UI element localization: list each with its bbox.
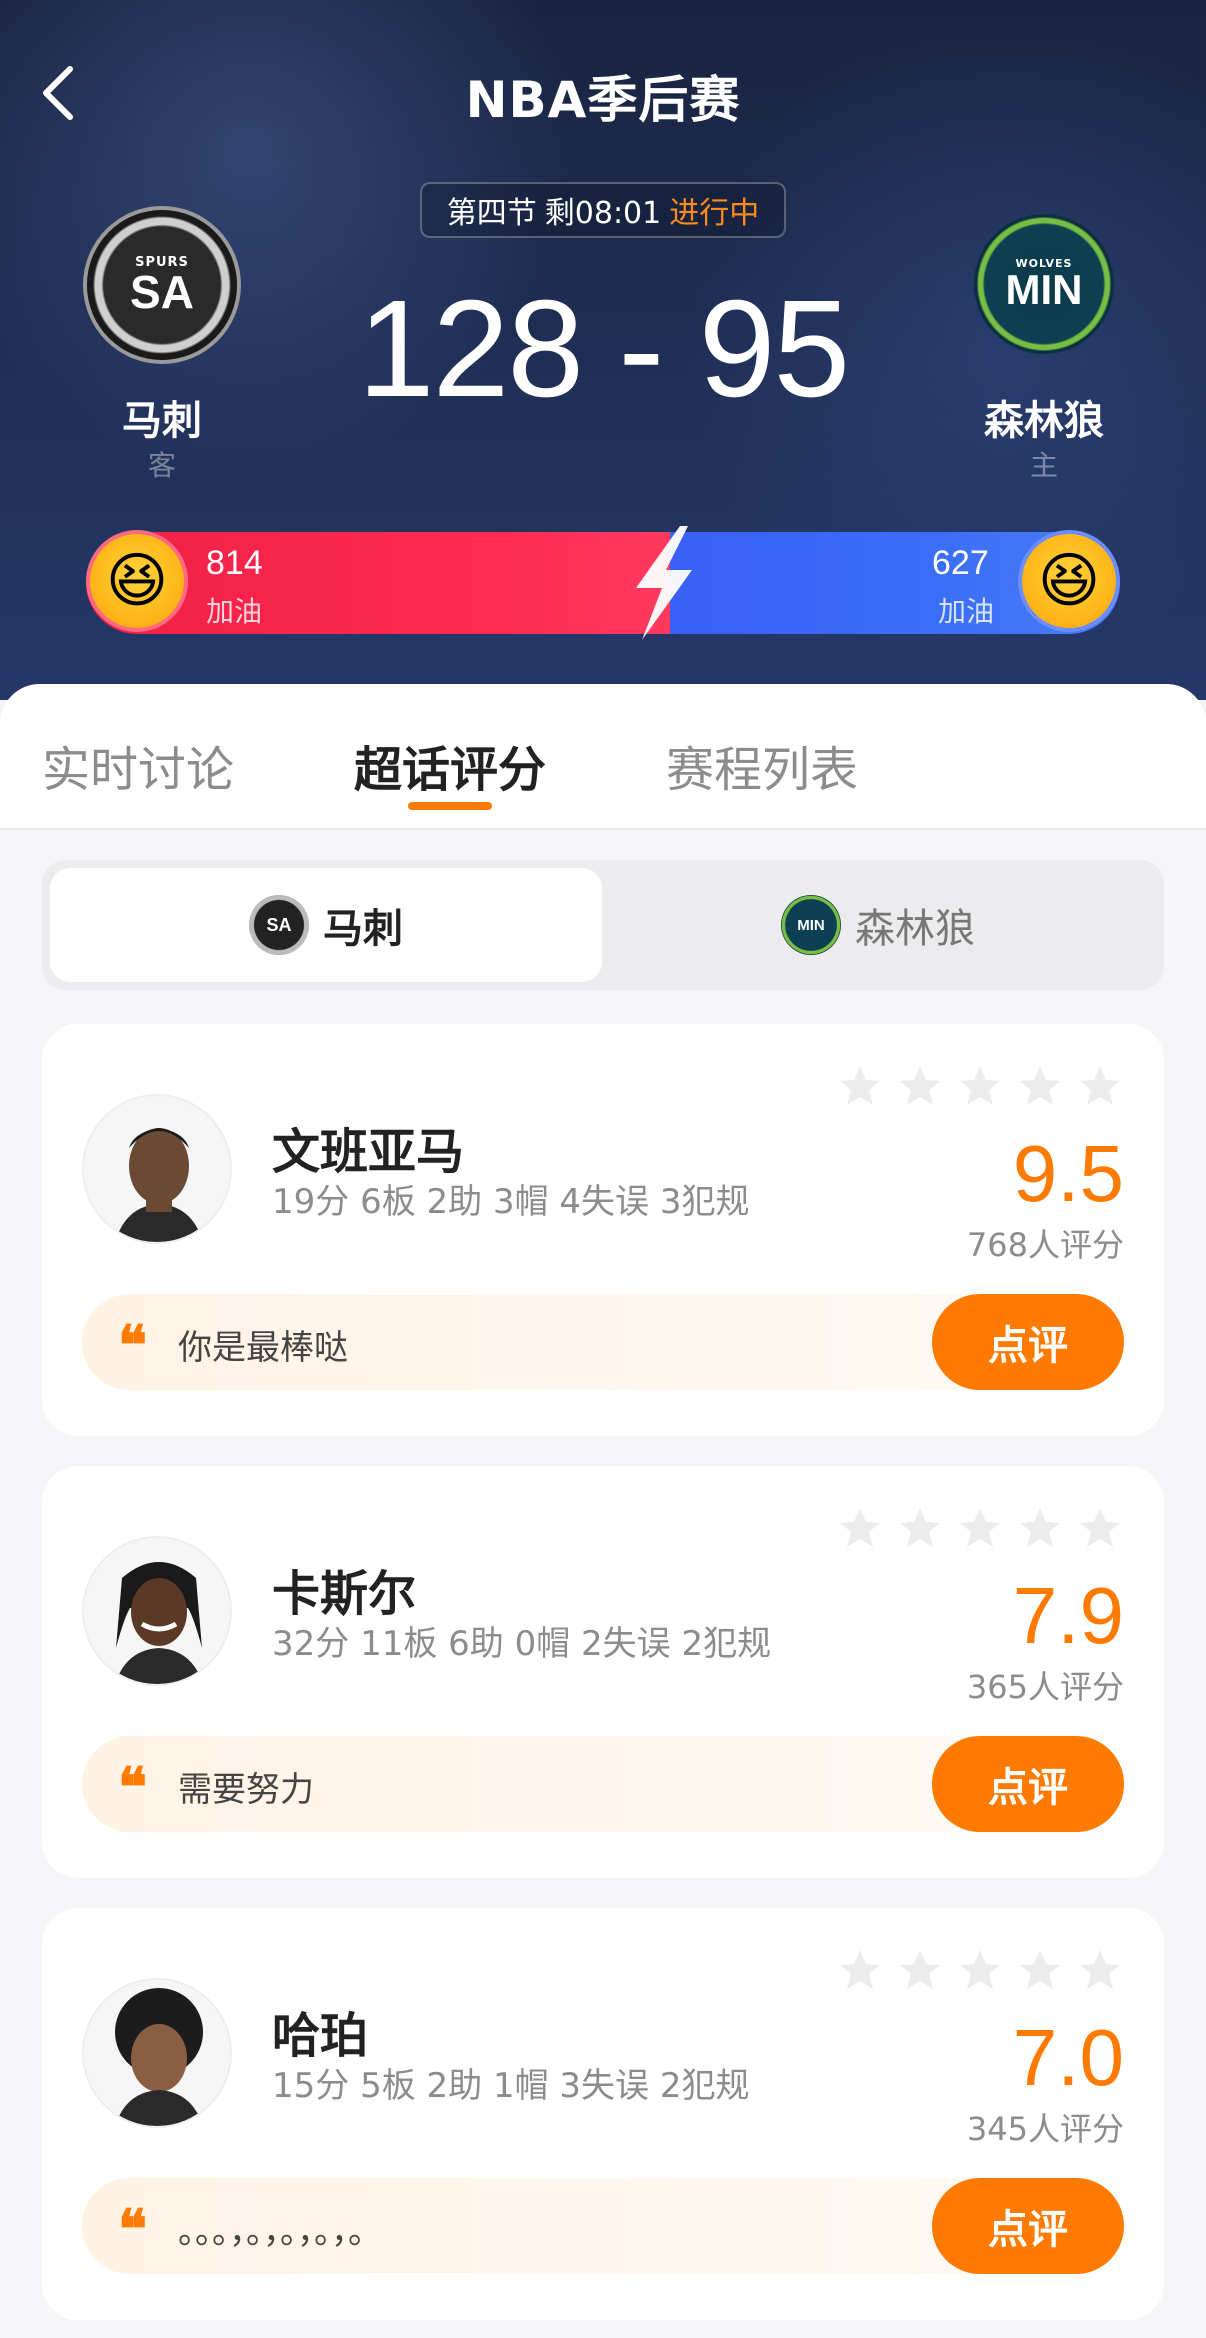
player-name: 文班亚马 — [272, 1124, 465, 1180]
star-icon[interactable] — [956, 1062, 1004, 1110]
player-rating: 9.5 — [1012, 1129, 1124, 1218]
review-button[interactable]: 点评 — [932, 2178, 1124, 2274]
review-button[interactable]: 点评 — [932, 1736, 1124, 1832]
game-period: 第四节 — [446, 196, 537, 231]
rating-stars[interactable] — [836, 1062, 1124, 1110]
star-icon[interactable] — [1016, 1062, 1064, 1110]
rating-stars[interactable] — [836, 1946, 1124, 1994]
player-rating: 7.9 — [1012, 1571, 1124, 1660]
team-switch-away[interactable]: SA 马刺 — [50, 868, 602, 982]
home-logo-big-text: MIN — [1005, 265, 1083, 313]
home-cheer-label: 加油 — [938, 595, 995, 628]
game-time-left: 剩08:01 — [544, 196, 662, 231]
star-icon[interactable] — [956, 1946, 1004, 1994]
star-icon[interactable] — [956, 1504, 1004, 1552]
tab-active-indicator — [408, 802, 492, 810]
away-logo-big-text: SA — [130, 265, 194, 318]
away-team-logo[interactable]: SPURS SA — [87, 210, 237, 360]
comment-bar[interactable]: ❝ 你是最棒哒 点评 — [82, 1294, 1124, 1390]
review-button[interactable]: 点评 — [932, 1294, 1124, 1390]
home-cheer-button[interactable]: 😆 — [1018, 530, 1120, 632]
game-status-pill: 第四节 剩08:01 进行中 — [420, 182, 786, 238]
team-switch-home-label: 森林狼 — [855, 906, 975, 952]
comment-bar[interactable]: ❝ 。。。，。，。，。，。 点评 — [82, 2178, 1124, 2274]
spurs-logo-icon: SA — [249, 895, 309, 955]
star-icon[interactable] — [836, 1062, 884, 1110]
player-name: 哈珀 — [272, 2008, 369, 2064]
player-stats: 15分 5板 2助 1帽 3失误 2犯规 — [272, 2066, 750, 2106]
top-comment: 需要努力 — [178, 1770, 314, 1810]
player-rating: 7.0 — [1012, 2013, 1124, 2102]
star-icon[interactable] — [1076, 1062, 1124, 1110]
top-comment: 你是最棒哒 — [178, 1328, 348, 1368]
player-photo — [84, 1980, 230, 2126]
rating-stars[interactable] — [836, 1504, 1124, 1552]
tab-live-discussion[interactable]: 实时讨论 — [42, 730, 234, 800]
player-card: 卡斯尔 32分 11板 6助 0帽 2失误 2犯规 7.9 365人评分 ❝ 需… — [42, 1466, 1164, 1878]
team-switch-away-label: 马刺 — [323, 906, 403, 952]
star-icon[interactable] — [1016, 1504, 1064, 1552]
away-cheer-label: 加油 — [206, 595, 263, 628]
star-icon[interactable] — [896, 1062, 944, 1110]
player-avatar[interactable] — [82, 1536, 232, 1686]
player-stats: 32分 11板 6助 0帽 2失误 2犯规 — [272, 1624, 772, 1664]
star-icon[interactable] — [896, 1946, 944, 1994]
star-icon[interactable] — [1076, 1946, 1124, 1994]
quote-icon: ❝ — [118, 2197, 148, 2261]
page-title: NBA季后赛 — [465, 71, 741, 129]
away-cheer-count: 814 — [206, 544, 263, 582]
rating-count: 365人评分 — [966, 1668, 1124, 1706]
score: 128 - 95 — [357, 272, 850, 426]
quote-icon: ❝ — [118, 1313, 148, 1377]
wolves-logo-icon: MIN — [781, 895, 841, 955]
player-stats: 19分 6板 2助 3帽 4失误 3犯规 — [272, 1182, 750, 1222]
tab-ratings[interactable]: 超话评分 — [354, 730, 546, 800]
tab-bar: 实时讨论 超话评分 赛程列表 — [0, 684, 1206, 830]
lightning-icon — [636, 526, 692, 640]
rating-count: 768人评分 — [966, 1226, 1124, 1264]
cheer-emoji-icon: 😆 — [1037, 546, 1101, 616]
home-cheer-count: 627 — [932, 544, 989, 582]
star-icon[interactable] — [896, 1504, 944, 1552]
player-name: 卡斯尔 — [272, 1566, 417, 1622]
rating-count: 345人评分 — [966, 2110, 1124, 2148]
away-team-name: 马刺 — [122, 398, 202, 444]
away-cheer-button[interactable]: 😆 — [86, 530, 188, 632]
player-card: 哈珀 15分 5板 2助 1帽 3失误 2犯规 7.0 345人评分 ❝ 。。。… — [42, 1908, 1164, 2320]
player-photo — [84, 1538, 230, 1684]
game-header: NBA季后赛 第四节 剩08:01 进行中 SPURS SA 马刺 客 128 … — [0, 0, 1206, 700]
cheer-emoji-icon: 😆 — [105, 546, 169, 616]
player-avatar[interactable] — [82, 1094, 232, 1244]
top-comment: 。。。，。，。，。，。 — [178, 2212, 382, 2252]
quote-icon: ❝ — [118, 1755, 148, 1819]
away-team-role: 客 — [147, 449, 176, 482]
star-icon[interactable] — [1016, 1946, 1064, 1994]
tab-schedule[interactable]: 赛程列表 — [666, 730, 858, 800]
star-icon[interactable] — [836, 1946, 884, 1994]
content-panel: 实时讨论 超话评分 赛程列表 SA 马刺 MIN 森林狼 文班亚马 19分 6板… — [0, 684, 1206, 2338]
comment-bar[interactable]: ❝ 需要努力 点评 — [82, 1736, 1124, 1832]
star-icon[interactable] — [836, 1504, 884, 1552]
home-team-role: 主 — [1029, 449, 1058, 482]
home-team-logo[interactable]: WOLVES MIN — [974, 214, 1114, 354]
player-photo — [84, 1096, 230, 1242]
game-live-status: 进行中 — [669, 196, 760, 231]
team-switch-home[interactable]: MIN 森林狼 — [602, 868, 1154, 982]
star-icon[interactable] — [1076, 1504, 1124, 1552]
home-team-name: 森林狼 — [984, 398, 1104, 444]
team-switch: SA 马刺 MIN 森林狼 — [42, 860, 1164, 990]
player-avatar[interactable] — [82, 1978, 232, 2128]
player-card: 文班亚马 19分 6板 2助 3帽 4失误 3犯规 9.5 768人评分 ❝ 你… — [42, 1024, 1164, 1436]
